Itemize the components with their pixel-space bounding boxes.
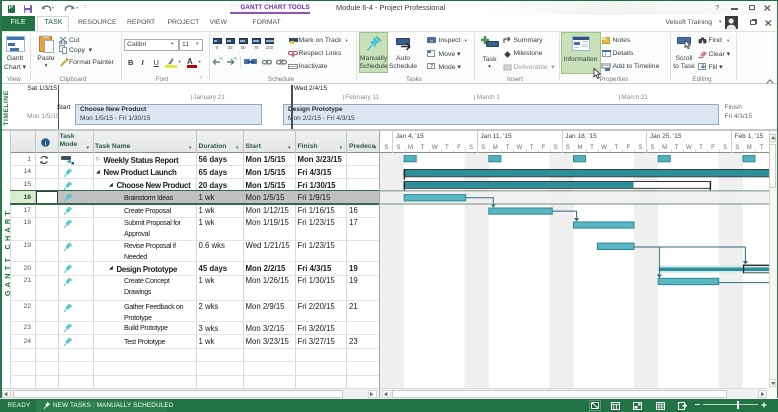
svg-text:i: i: [44, 138, 46, 147]
